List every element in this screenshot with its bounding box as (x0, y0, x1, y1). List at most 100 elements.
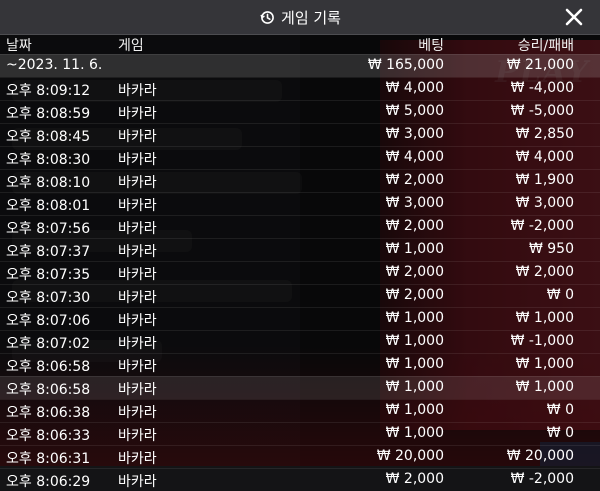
record-time: 오후 8:07:56 (6, 221, 91, 237)
record-bet: ₩ 4,000 (385, 149, 444, 165)
column-bet[interactable]: 베팅 (418, 35, 444, 55)
column-result[interactable]: 승리/패배 (518, 35, 574, 55)
record-bet: ₩ 2,000 (385, 172, 444, 188)
record-result: ₩ -2,000 (510, 218, 574, 234)
record-result: ₩ 2,000 (515, 264, 574, 280)
record-result: ₩ 2,850 (515, 126, 574, 142)
record-bet: ₩ 1,000 (385, 333, 444, 349)
panel-header: 게임 기록 (0, 0, 600, 35)
record-result: ₩ 4,000 (515, 149, 574, 165)
record-game: 바카라 (118, 382, 157, 398)
summary-date: ~2023. 11. 6. (6, 57, 103, 73)
summary-bet: ₩ 165,000 (367, 57, 444, 73)
table-row[interactable]: 오후 8:07:06 바카라 ₩ 1,000 ₩ 1,000 (0, 307, 600, 330)
column-date[interactable]: 날짜 (6, 35, 32, 55)
record-game: 바카라 (118, 336, 157, 352)
record-game: 바카라 (118, 83, 157, 99)
record-result: ₩ 0 (546, 287, 574, 303)
record-result: ₩ 1,000 (515, 379, 574, 395)
record-bet: ₩ 3,000 (385, 126, 444, 142)
record-bet: ₩ 20,000 (376, 448, 444, 464)
record-bet: ₩ 1,000 (385, 241, 444, 257)
record-game: 바카라 (118, 313, 157, 329)
table-header: 날짜 게임 베팅 승리/패배 (0, 34, 600, 54)
table-row[interactable]: 오후 8:08:59 바카라 ₩ 5,000 ₩ -5,000 (0, 100, 600, 123)
record-time: 오후 8:08:30 (6, 152, 91, 168)
close-icon[interactable] (562, 5, 586, 29)
record-bet: ₩ 4,000 (385, 80, 444, 96)
record-time: 오후 8:07:06 (6, 313, 91, 329)
record-result: ₩ 1,900 (515, 172, 574, 188)
record-result: ₩ 0 (546, 402, 574, 418)
record-game: 바카라 (118, 152, 157, 168)
record-time: 오후 8:06:29 (6, 474, 91, 490)
table-row[interactable]: 오후 8:08:45 바카라 ₩ 3,000 ₩ 2,850 (0, 123, 600, 146)
record-result: ₩ 1,000 (515, 356, 574, 372)
panel-title: 게임 기록 (281, 8, 341, 27)
record-time: 오후 8:07:35 (6, 267, 91, 283)
table-row[interactable]: 오후 8:06:31 바카라 ₩ 20,000 ₩ 20,000 (0, 445, 600, 468)
record-bet: ₩ 3,000 (385, 195, 444, 211)
panel-title-group: 게임 기록 (259, 7, 341, 28)
record-time: 오후 8:08:10 (6, 175, 91, 191)
table-row[interactable]: 오후 8:07:02 바카라 ₩ 1,000 ₩ -1,000 (0, 330, 600, 353)
record-bet: ₩ 1,000 (385, 425, 444, 441)
record-bet: ₩ 2,000 (385, 471, 444, 487)
table-row[interactable]: 오후 8:07:30 바카라 ₩ 2,000 ₩ 0 (0, 284, 600, 307)
record-time: 오후 8:08:01 (6, 198, 91, 214)
record-game: 바카라 (118, 106, 157, 122)
record-bet: ₩ 2,000 (385, 264, 444, 280)
record-game: 바카라 (118, 244, 157, 260)
record-bet: ₩ 2,000 (385, 218, 444, 234)
record-time: 오후 8:08:45 (6, 129, 91, 145)
table-row[interactable]: 오후 8:06:29 바카라 ₩ 2,000 ₩ -2,000 (0, 468, 600, 491)
table-row[interactable]: 오후 8:07:37 바카라 ₩ 1,000 ₩ 950 (0, 238, 600, 261)
record-time: 오후 8:06:33 (6, 428, 91, 444)
record-time: 오후 8:06:38 (6, 405, 91, 421)
record-result: ₩ 3,000 (515, 195, 574, 211)
table-row[interactable]: 오후 8:06:58 바카라 ₩ 1,000 ₩ 1,000 (0, 376, 600, 399)
record-bet: ₩ 1,000 (385, 379, 444, 395)
record-bet: ₩ 2,000 (385, 287, 444, 303)
table-row[interactable]: 오후 8:08:30 바카라 ₩ 4,000 ₩ 4,000 (0, 146, 600, 169)
table-row[interactable]: 오후 8:07:56 바카라 ₩ 2,000 ₩ -2,000 (0, 215, 600, 238)
record-result: ₩ 950 (528, 241, 574, 257)
record-result: ₩ -2,000 (510, 471, 574, 487)
record-game: 바카라 (118, 405, 157, 421)
table-row[interactable]: 오후 8:06:33 바카라 ₩ 1,000 ₩ 0 (0, 422, 600, 445)
summary-result: ₩ 21,000 (506, 57, 574, 73)
record-result: ₩ -4,000 (510, 80, 574, 96)
record-time: 오후 8:07:30 (6, 290, 91, 306)
record-result: ₩ 1,000 (515, 310, 574, 326)
column-game[interactable]: 게임 (118, 35, 144, 55)
record-bet: ₩ 5,000 (385, 103, 444, 119)
record-result: ₩ 20,000 (506, 448, 574, 464)
record-time: 오후 8:07:02 (6, 336, 91, 352)
table-row[interactable]: 오후 8:08:01 바카라 ₩ 3,000 ₩ 3,000 (0, 192, 600, 215)
record-bet: ₩ 1,000 (385, 402, 444, 418)
history-clock-icon (260, 11, 274, 24)
record-bet: ₩ 1,000 (385, 310, 444, 326)
record-bet: ₩ 1,000 (385, 356, 444, 372)
record-time: 오후 8:06:58 (6, 359, 91, 375)
record-result: ₩ 0 (546, 425, 574, 441)
record-list: 오후 8:09:12 바카라 ₩ 4,000 ₩ -4,000 오후 8:08:59 바카… (0, 77, 600, 491)
table-row[interactable]: 오후 8:08:10 바카라 ₩ 2,000 ₩ 1,900 (0, 169, 600, 192)
record-time: 오후 8:06:31 (6, 451, 91, 467)
record-game: 바카라 (118, 198, 157, 214)
record-time: 오후 8:09:12 (6, 83, 91, 99)
record-game: 바카라 (118, 451, 157, 467)
table-row[interactable]: 오후 8:06:58 바카라 ₩ 1,000 ₩ 1,000 (0, 353, 600, 376)
record-game: 바카라 (118, 267, 157, 283)
table-row[interactable]: 오후 8:09:12 바카라 ₩ 4,000 ₩ -4,000 (0, 77, 600, 100)
game-history-panel: 게임 기록 날짜 게임 베팅 승리/패배 ~2023. 11. 6. ₩ 165… (0, 0, 600, 490)
record-result: ₩ -1,000 (510, 333, 574, 349)
summary-row[interactable]: ~2023. 11. 6. ₩ 165,000 ₩ 21,000 (0, 54, 600, 77)
table-row[interactable]: 오후 8:07:35 바카라 ₩ 2,000 ₩ 2,000 (0, 261, 600, 284)
record-game: 바카라 (118, 175, 157, 191)
record-game: 바카라 (118, 359, 157, 375)
record-game: 바카라 (118, 221, 157, 237)
table-row[interactable]: 오후 8:06:38 바카라 ₩ 1,000 ₩ 0 (0, 399, 600, 422)
record-time: 오후 8:07:37 (6, 244, 91, 260)
record-time: 오후 8:08:59 (6, 106, 91, 122)
